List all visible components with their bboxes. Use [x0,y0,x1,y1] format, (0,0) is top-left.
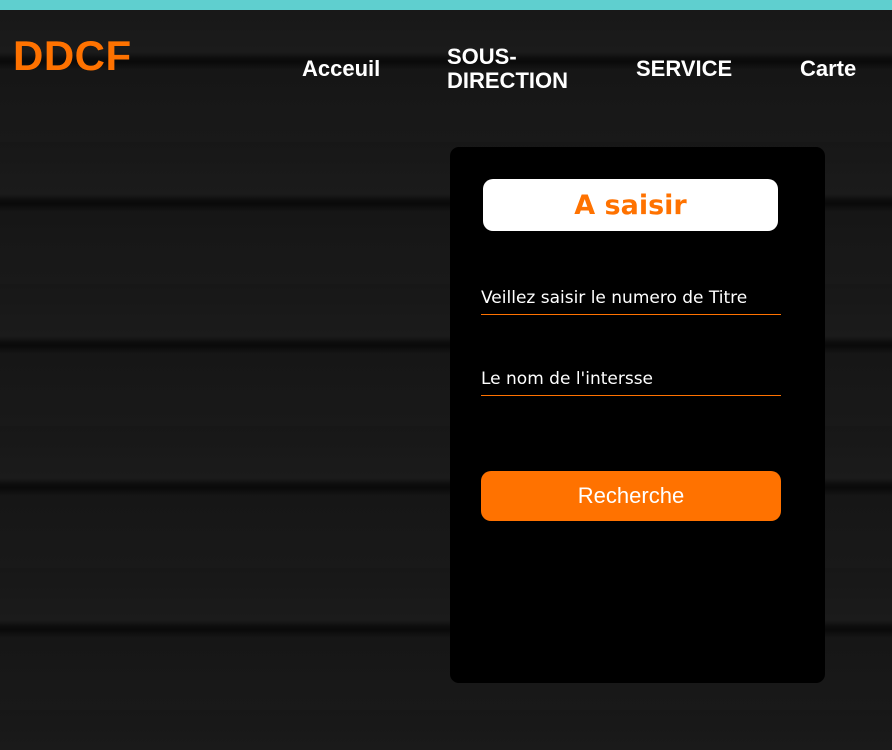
nav-item-acceuil[interactable]: Acceuil [302,57,380,81]
interesse-name-input[interactable] [481,363,781,396]
nav-item-sous-direction-line1: SOUS- [447,44,517,69]
nav-item-service[interactable]: SERVICE [636,57,732,81]
form-title: A saisir [483,179,778,231]
nav-item-carte[interactable]: Carte [800,57,856,81]
nav-item-sous-direction[interactable]: SOUS- DIRECTION [447,45,587,93]
logo[interactable]: DDCF [13,32,132,80]
titre-number-input[interactable] [481,282,781,315]
top-accent-strip [0,0,892,10]
search-button[interactable]: Recherche [481,471,781,521]
search-form-panel: A saisir Recherche [450,147,825,683]
nav-item-sous-direction-line2: DIRECTION [447,68,568,93]
